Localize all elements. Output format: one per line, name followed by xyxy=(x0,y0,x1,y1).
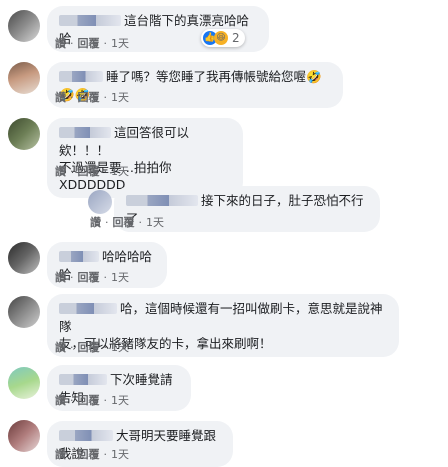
separator-dot: · xyxy=(103,91,108,104)
commenter-name[interactable] xyxy=(126,195,198,206)
comment-actions: 讚 · 回覆 · 1天 xyxy=(55,448,129,462)
reaction-summary[interactable]: 👍 😆 2 xyxy=(201,29,245,47)
like-button[interactable]: 讚 xyxy=(55,394,66,408)
separator-dot: · xyxy=(103,341,108,354)
commenter-name[interactable] xyxy=(59,71,103,82)
timestamp[interactable]: 1天 xyxy=(111,91,129,105)
timestamp[interactable]: 1天 xyxy=(111,37,129,51)
reply-button[interactable]: 回覆 xyxy=(78,165,100,179)
comment-actions: 讚 · 回覆 · 1天 xyxy=(55,341,129,355)
like-button[interactable]: 讚 xyxy=(55,91,66,105)
timestamp[interactable]: 1天 xyxy=(111,165,129,179)
reply-button[interactable]: 回覆 xyxy=(78,37,100,51)
timestamp[interactable]: 1天 xyxy=(111,271,129,285)
commenter-name[interactable] xyxy=(59,374,107,385)
separator-dot: · xyxy=(105,216,109,229)
reaction-count: 2 xyxy=(232,31,240,45)
avatar[interactable] xyxy=(8,118,40,150)
separator-dot: · xyxy=(70,271,74,284)
reply-button[interactable]: 回覆 xyxy=(78,91,100,105)
separator-dot: · xyxy=(103,165,108,178)
separator-dot: · xyxy=(70,341,74,354)
avatar[interactable] xyxy=(8,62,40,94)
timestamp[interactable]: 1天 xyxy=(111,448,129,462)
separator-dot: · xyxy=(70,448,74,461)
commenter-name[interactable] xyxy=(59,15,121,26)
commenter-name[interactable] xyxy=(59,303,117,314)
haha-icon: 😆 xyxy=(214,31,228,45)
separator-dot: · xyxy=(103,448,108,461)
timestamp[interactable]: 1天 xyxy=(111,394,129,408)
comment-actions: 讚 · 回覆 · 1天 xyxy=(55,91,129,105)
comment-actions: 讚 · 回覆 · 1天 xyxy=(55,394,129,408)
avatar[interactable] xyxy=(8,296,40,328)
separator-dot: · xyxy=(70,37,74,50)
commenter-name[interactable] xyxy=(59,251,99,262)
commenter-name[interactable] xyxy=(59,127,111,138)
timestamp[interactable]: 1天 xyxy=(146,216,164,230)
like-button[interactable]: 讚 xyxy=(55,271,66,285)
reply-button[interactable]: 回覆 xyxy=(78,341,100,355)
like-button[interactable]: 讚 xyxy=(55,37,66,51)
like-button[interactable]: 讚 xyxy=(55,165,66,179)
comment-actions: 讚 · 回覆 · 1天 xyxy=(55,271,129,285)
separator-dot: · xyxy=(103,271,108,284)
separator-dot: · xyxy=(103,37,108,50)
comment-actions: 讚 · 回覆 · 1天 xyxy=(55,165,129,179)
reply-button[interactable]: 回覆 xyxy=(78,448,100,462)
separator-dot: · xyxy=(103,394,108,407)
reply-button[interactable]: 回覆 xyxy=(78,394,100,408)
reply-button[interactable]: 回覆 xyxy=(78,271,100,285)
reply-button[interactable]: 回覆 xyxy=(113,216,135,230)
avatar[interactable] xyxy=(8,367,40,399)
separator-dot: · xyxy=(70,394,74,407)
avatar[interactable] xyxy=(8,10,40,42)
separator-dot: · xyxy=(138,216,143,229)
comment-actions: 讚 · 回覆 · 1天 xyxy=(55,37,129,51)
avatar[interactable] xyxy=(8,242,40,274)
like-button[interactable]: 讚 xyxy=(55,341,66,355)
like-button[interactable]: 讚 xyxy=(55,448,66,462)
timestamp[interactable]: 1天 xyxy=(111,341,129,355)
separator-dot: · xyxy=(70,91,74,104)
comment-actions: 讚 · 回覆 · 1天 xyxy=(90,216,164,230)
separator-dot: · xyxy=(70,165,74,178)
like-button[interactable]: 讚 xyxy=(90,216,101,230)
avatar[interactable] xyxy=(88,190,112,214)
commenter-name[interactable] xyxy=(59,430,113,441)
avatar[interactable] xyxy=(8,420,40,452)
